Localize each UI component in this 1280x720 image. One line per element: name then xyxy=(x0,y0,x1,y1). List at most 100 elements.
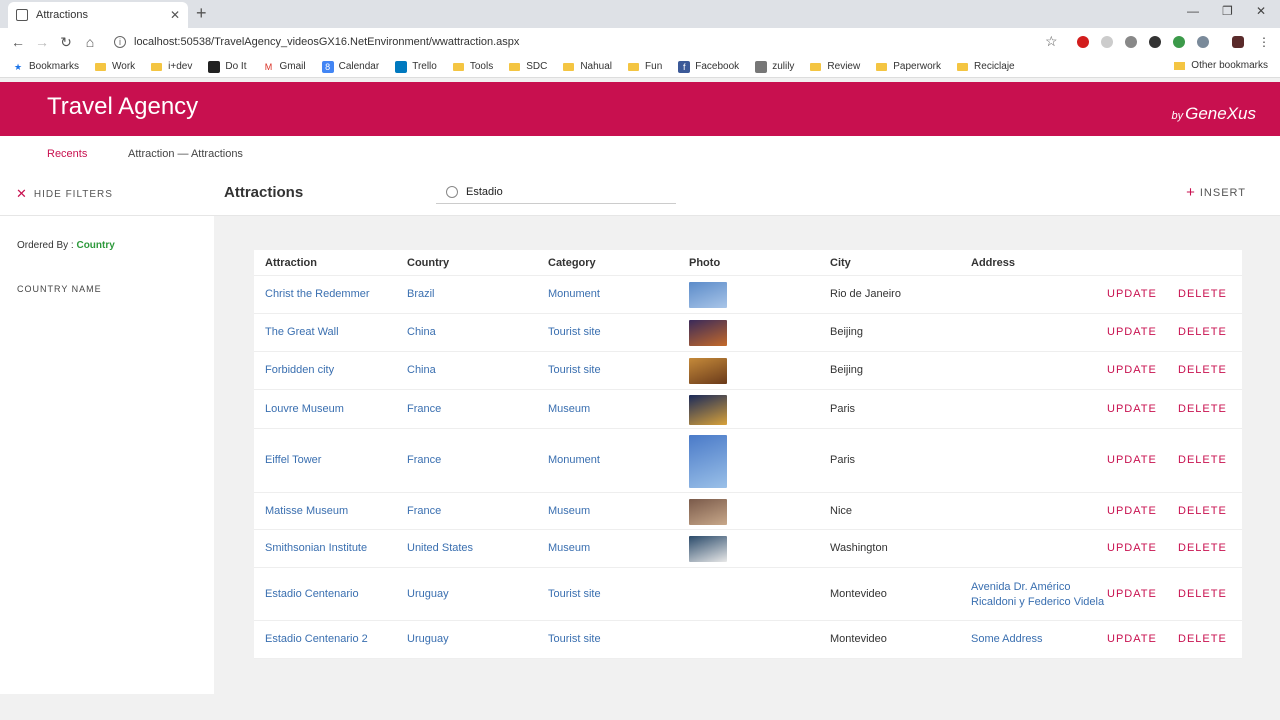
category-link[interactable]: Tourist site xyxy=(548,364,601,376)
country-link[interactable]: China xyxy=(407,364,436,376)
column-header-address[interactable]: Address xyxy=(971,257,1015,269)
bookmark-item[interactable]: Paperwork xyxy=(876,61,941,72)
column-header-category[interactable]: Category xyxy=(548,257,596,269)
delete-button[interactable]: DELETE xyxy=(1178,364,1227,376)
extensions-puzzle-icon[interactable] xyxy=(1197,36,1209,48)
address-link[interactable]: Some Address xyxy=(971,633,1043,645)
country-link[interactable]: France xyxy=(407,403,441,415)
attraction-link[interactable]: The Great Wall xyxy=(265,326,339,338)
forward-icon[interactable]: → xyxy=(30,34,54,50)
category-link[interactable]: Tourist site xyxy=(548,633,601,645)
delete-button[interactable]: DELETE xyxy=(1178,403,1227,415)
bookmark-item[interactable]: Trello xyxy=(395,60,437,73)
update-button[interactable]: UPDATE xyxy=(1107,364,1157,376)
country-link[interactable]: France xyxy=(407,505,441,517)
bookmark-item[interactable]: Tools xyxy=(452,61,493,72)
table-row: The Great Wall China Tourist site Beijing UP… xyxy=(254,314,1242,352)
country-link[interactable]: France xyxy=(407,454,441,466)
bookmark-star-icon[interactable]: ☆ xyxy=(1045,33,1058,50)
country-name-filter[interactable]: COUNTRY NAME xyxy=(17,284,102,294)
bookmark-item[interactable]: Do It xyxy=(208,60,246,73)
country-link[interactable]: United States xyxy=(407,542,473,554)
extension-icon[interactable] xyxy=(1101,36,1113,48)
category-link[interactable]: Tourist site xyxy=(548,326,601,338)
column-header-city[interactable]: City xyxy=(830,257,851,269)
new-tab-icon[interactable]: + xyxy=(196,4,207,22)
column-header-attraction[interactable]: Attraction xyxy=(265,257,317,269)
bookmark-item[interactable]: f Facebook xyxy=(678,60,739,73)
update-button[interactable]: UPDATE xyxy=(1107,326,1157,338)
window-close-icon[interactable]: ✕ xyxy=(1256,4,1266,18)
opera-extension-icon[interactable] xyxy=(1077,36,1089,48)
delete-button[interactable]: DELETE xyxy=(1178,542,1227,554)
delete-button[interactable]: DELETE xyxy=(1178,633,1227,645)
ordered-by[interactable]: Ordered By : Country xyxy=(17,240,115,251)
attraction-link[interactable]: Christ the Redemmer xyxy=(265,288,370,300)
update-button[interactable]: UPDATE xyxy=(1107,633,1157,645)
bookmark-item[interactable]: 8 Calendar xyxy=(321,60,379,73)
folder-icon xyxy=(563,62,575,71)
bookmark-item[interactable]: zulily xyxy=(755,60,794,73)
update-button[interactable]: UPDATE xyxy=(1107,542,1157,554)
menu-dots-icon[interactable]: ⋮ xyxy=(1258,35,1270,49)
attraction-link[interactable]: Estadio Centenario xyxy=(265,588,359,600)
update-button[interactable]: UPDATE xyxy=(1107,505,1157,517)
bookmark-item[interactable]: Nahual xyxy=(563,61,612,72)
insert-button[interactable]: + INSERT xyxy=(1186,184,1246,201)
delete-button[interactable]: DELETE xyxy=(1178,588,1227,600)
delete-button[interactable]: DELETE xyxy=(1178,288,1227,300)
profile-avatar[interactable] xyxy=(1232,36,1244,48)
attraction-link[interactable]: Forbidden city xyxy=(265,364,334,376)
dark-mode-extension-icon[interactable] xyxy=(1149,36,1161,48)
bookmark-item[interactable]: Reciclaje xyxy=(957,61,1015,72)
bookmark-item[interactable]: ★ Bookmarks xyxy=(12,61,79,73)
search-input[interactable] xyxy=(466,185,646,198)
attraction-photo xyxy=(689,499,727,525)
browser-tab[interactable]: Attractions ✕ xyxy=(8,2,188,28)
other-bookmarks[interactable]: Other bookmarks xyxy=(1174,60,1268,71)
recents-link[interactable]: Recents xyxy=(47,148,87,160)
info-icon[interactable]: i xyxy=(114,36,126,48)
country-link[interactable]: Uruguay xyxy=(407,633,449,645)
bookmark-item[interactable]: i+dev xyxy=(151,61,192,72)
update-button[interactable]: UPDATE xyxy=(1107,288,1157,300)
category-link[interactable]: Monument xyxy=(548,454,600,466)
category-link[interactable]: Monument xyxy=(548,288,600,300)
update-button[interactable]: UPDATE xyxy=(1107,403,1157,415)
column-header-country[interactable]: Country xyxy=(407,257,449,269)
attraction-link[interactable]: Estadio Centenario 2 xyxy=(265,633,368,645)
bookmark-item[interactable]: Work xyxy=(95,61,135,72)
home-icon[interactable]: ⌂ xyxy=(78,34,102,50)
delete-button[interactable]: DELETE xyxy=(1178,454,1227,466)
delete-button[interactable]: DELETE xyxy=(1178,326,1227,338)
category-link[interactable]: Museum xyxy=(548,542,590,554)
country-link[interactable]: China xyxy=(407,326,436,338)
attraction-link[interactable]: Matisse Museum xyxy=(265,505,348,517)
category-link[interactable]: Museum xyxy=(548,505,590,517)
category-link[interactable]: Tourist site xyxy=(548,588,601,600)
reload-icon[interactable]: ↻ xyxy=(54,34,78,51)
country-link[interactable]: Brazil xyxy=(407,288,435,300)
update-button[interactable]: UPDATE xyxy=(1107,454,1157,466)
attraction-link[interactable]: Eiffel Tower xyxy=(265,454,321,466)
attraction-link[interactable]: Smithsonian Institute xyxy=(265,542,367,554)
bookmark-item[interactable]: SDC xyxy=(509,61,547,72)
back-icon[interactable]: ← xyxy=(6,34,30,50)
close-tab-icon[interactable]: ✕ xyxy=(170,8,180,22)
category-link[interactable]: Museum xyxy=(548,403,590,415)
address-link[interactable]: Avenida Dr. Américo Ricaldoni y Federico… xyxy=(971,580,1106,610)
delete-button[interactable]: DELETE xyxy=(1178,505,1227,517)
bookmark-item[interactable]: M Gmail xyxy=(262,61,306,73)
hide-filters-button[interactable]: ✕ HIDE FILTERS xyxy=(16,186,113,202)
country-link[interactable]: Uruguay xyxy=(407,588,449,600)
bookmark-item[interactable]: Review xyxy=(810,61,860,72)
extension-icon[interactable] xyxy=(1173,36,1185,48)
restore-icon[interactable]: ❐ xyxy=(1222,4,1233,18)
minimize-icon[interactable]: — xyxy=(1187,4,1199,18)
folder-icon xyxy=(95,62,107,71)
address-bar[interactable]: i localhost:50538/TravelAgency_videosGX1… xyxy=(108,31,1068,53)
bookmark-item[interactable]: Fun xyxy=(628,61,662,72)
attraction-link[interactable]: Louvre Museum xyxy=(265,403,344,415)
update-button[interactable]: UPDATE xyxy=(1107,588,1157,600)
extension-icon[interactable] xyxy=(1125,36,1137,48)
